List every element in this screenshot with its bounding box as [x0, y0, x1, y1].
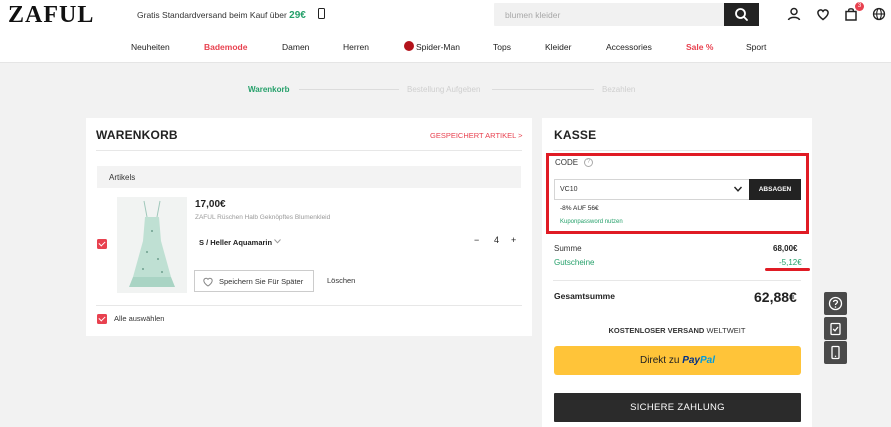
total-label: Gesamtsumme [554, 291, 615, 301]
item-name[interactable]: ZAFUL Rüschen Halb Geknöpftes Blumenklei… [195, 214, 330, 221]
delete-button[interactable]: Löschen [327, 276, 355, 285]
variant-select[interactable]: S / Heller Aquamarin [195, 234, 287, 250]
free-shipping-note: KOSTENLOSER VERSAND WELTWEIT [542, 326, 812, 335]
cart-title: WARENKORB [96, 128, 178, 142]
paypal-button[interactable]: Direkt zu PayPal [554, 346, 801, 375]
dress-image [117, 197, 187, 293]
step-bestellung: Bestellung Aufgeben [407, 85, 481, 94]
promo-text: Gratis Standardversand beim Kauf über [137, 10, 287, 20]
side-help-button[interactable] [824, 292, 847, 315]
search-input[interactable] [494, 3, 724, 26]
help-icon [828, 296, 843, 311]
checkout-title: KASSE [554, 128, 597, 142]
paypal-logo-pay: Pay [682, 355, 700, 366]
variant-value: S / Heller Aquamarin [199, 238, 273, 247]
totals-divider [553, 280, 801, 281]
highlight-annotation-box [546, 153, 809, 234]
nav-bademode[interactable]: Bademode [204, 42, 247, 52]
shipping-rest: WELTWEIT [706, 326, 746, 335]
sum-value: 68,00€ [773, 244, 798, 253]
select-all-label[interactable]: Alle auswählen [114, 314, 164, 323]
save-for-later-button[interactable]: Speichern Sie Für Später [194, 270, 314, 292]
nav-tops[interactable]: Tops [493, 42, 511, 52]
mobile-icon [831, 345, 840, 360]
paypal-prefix: Direkt zu [639, 355, 680, 366]
side-app-button[interactable] [824, 341, 847, 364]
nav-accessories[interactable]: Accessories [606, 42, 652, 52]
promo-banner: Gratis Standardversand beim Kauf über 29… [137, 10, 306, 21]
highlight-annotation-underline [765, 268, 810, 271]
voucher-label: Gutscheine [554, 258, 595, 267]
shipping-bold: KOSTENLOSER VERSAND [608, 326, 705, 335]
nav-kleider[interactable]: Kleider [545, 42, 571, 52]
chevron-down-icon [274, 239, 281, 244]
nav-sport[interactable]: Sport [746, 42, 766, 52]
heart-icon [203, 277, 213, 287]
select-all-checkbox[interactable] [97, 314, 107, 324]
checkout-title-divider [553, 150, 801, 151]
spider-man-logo-icon [404, 41, 414, 51]
search-bar [494, 3, 759, 26]
header-divider [0, 62, 891, 63]
wishlist-heart-icon[interactable] [815, 6, 831, 22]
cart-title-divider [96, 150, 522, 151]
logo[interactable]: ZAFUL [8, 2, 94, 29]
step-connector [492, 89, 594, 90]
save-for-later-label: Speichern Sie Für Später [219, 277, 304, 286]
sum-label: Summe [554, 244, 582, 253]
qty-decrease-button[interactable]: − [474, 235, 479, 245]
qty-value[interactable]: 4 [494, 235, 499, 245]
globe-icon[interactable] [871, 6, 887, 22]
search-icon [735, 8, 748, 21]
step-warenkorb: Warenkorb [248, 85, 290, 94]
side-feedback-button[interactable] [824, 317, 847, 340]
nav-spider-man[interactable]: Spider-Man [416, 42, 460, 52]
step-bezahlen: Bezahlen [602, 85, 636, 94]
cart-count-badge: 3 [855, 2, 864, 11]
nav-neuheiten[interactable]: Neuheiten [131, 42, 170, 52]
clipboard-icon [830, 322, 841, 336]
saved-items-link[interactable]: GESPEICHERT ARTIKEL > [430, 131, 522, 140]
qty-increase-button[interactable]: + [511, 235, 516, 245]
search-button[interactable] [724, 3, 759, 26]
secure-payment-button[interactable]: SICHERE ZAHLUNG [554, 393, 801, 422]
promo-price: 29€ [289, 10, 306, 21]
mobile-app-icon[interactable] [318, 8, 325, 19]
nav-damen[interactable]: Damen [282, 42, 309, 52]
user-icon[interactable] [786, 6, 802, 22]
voucher-value: -5,12€ [779, 258, 802, 267]
nav-herren[interactable]: Herren [343, 42, 369, 52]
step-connector [299, 89, 399, 90]
cart-footer-divider [96, 305, 522, 306]
item-checkbox[interactable] [97, 239, 107, 249]
total-value: 62,88€ [754, 289, 797, 305]
nav-sale[interactable]: Sale % [686, 42, 713, 52]
items-column-header: Artikels [97, 166, 521, 188]
paypal-logo-pal: Pal [700, 355, 716, 366]
item-price: 17,00€ [195, 199, 226, 210]
product-thumbnail[interactable] [117, 197, 187, 293]
